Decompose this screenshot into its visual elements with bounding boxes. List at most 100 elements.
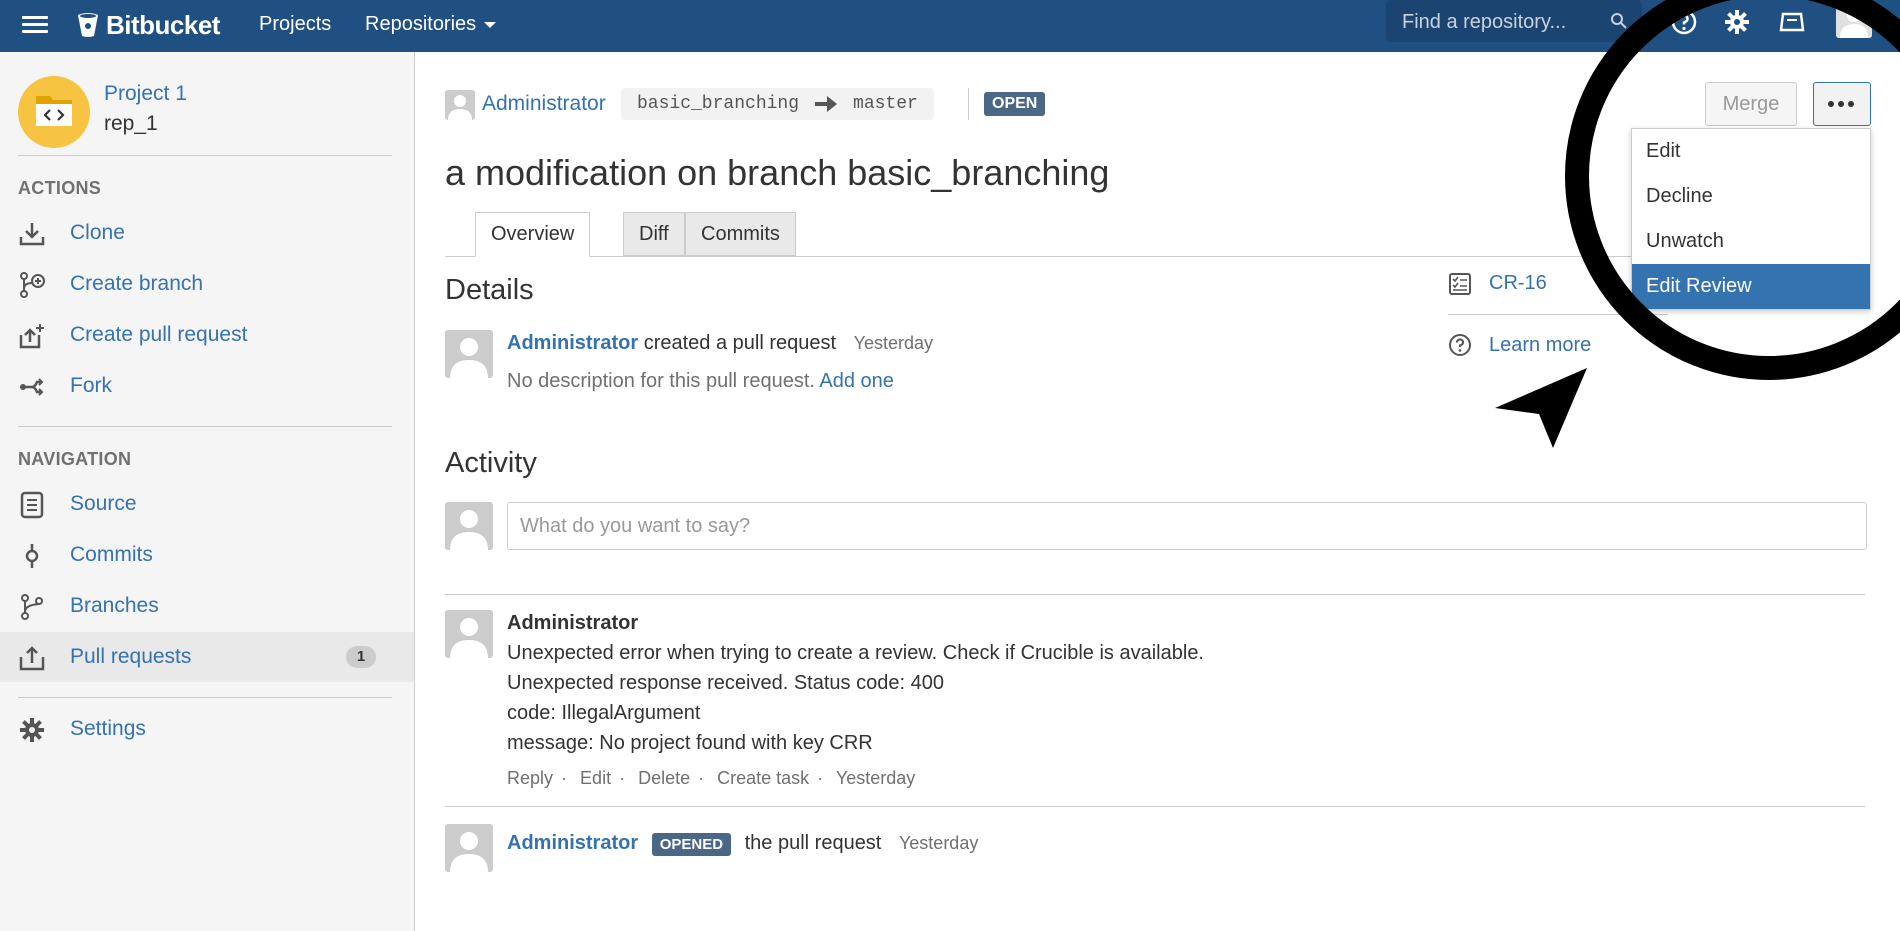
header-separator	[968, 88, 969, 120]
separator-dot: ·	[619, 768, 626, 788]
source-icon	[20, 491, 44, 519]
user-silhouette-icon	[450, 832, 488, 872]
review-link[interactable]: CR-16	[1489, 272, 1547, 295]
tab-commits[interactable]: Commits	[685, 212, 796, 256]
pull-request-count-badge: 1	[346, 646, 376, 668]
details-heading: Details	[445, 274, 534, 306]
more-actions-button[interactable]	[1813, 82, 1871, 126]
info-divider	[1448, 314, 1668, 315]
comment-author-avatar[interactable]	[445, 610, 493, 658]
gear-icon[interactable]	[1723, 8, 1751, 36]
bitbucket-logo[interactable]: Bitbucket	[76, 7, 220, 43]
repository-search	[1386, 0, 1642, 42]
project-link[interactable]: Project 1	[104, 82, 187, 106]
nav-repositories-label: Repositories	[365, 13, 477, 35]
logo-text: Bitbucket	[106, 9, 220, 40]
create-task-link[interactable]: Create task	[717, 768, 809, 788]
sidebar-divider	[18, 155, 392, 156]
separator-dot: ·	[698, 768, 705, 788]
event-text: the pull request	[744, 832, 882, 854]
menu-icon[interactable]	[22, 12, 48, 38]
sidebar-item-label: Pull requests	[70, 645, 192, 668]
comment-input[interactable]	[518, 511, 1822, 541]
nav-repositories[interactable]: Repositories	[365, 10, 497, 38]
edit-comment-link[interactable]: Edit	[580, 768, 611, 788]
comment-box	[507, 502, 1867, 550]
sidebar-item-pull-requests[interactable]: Pull requests 1	[0, 632, 414, 682]
actions-heading: ACTIONS	[18, 178, 102, 198]
menu-item-edit[interactable]: Edit	[1632, 129, 1870, 174]
repository-name[interactable]: rep_1	[104, 112, 158, 136]
branch-add-icon	[20, 272, 45, 298]
created-text: created a pull request	[643, 332, 837, 354]
sidebar-item-create-branch[interactable]: Create branch	[0, 259, 414, 309]
event-author-avatar[interactable]	[445, 824, 493, 872]
arrow-right-icon	[815, 96, 838, 112]
sidebar-item-create-pull-request[interactable]: Create pull request	[0, 310, 414, 360]
more-actions-menu: Edit Decline Unwatch Edit Review	[1631, 128, 1871, 310]
description-line: No description for this pull request. Ad…	[507, 370, 894, 393]
search-input[interactable]	[1400, 6, 1604, 38]
review-icon	[1449, 273, 1471, 295]
sidebar-item-label: Fork	[70, 374, 112, 397]
comment-line: code: IllegalArgument	[507, 702, 701, 724]
pull-request-main: Administrator basic_branching master OPE…	[415, 0, 1900, 931]
delete-comment-link[interactable]: Delete	[638, 768, 690, 788]
tab-overview[interactable]: Overview	[475, 212, 591, 257]
bitbucket-logo-icon	[78, 13, 98, 37]
project-avatar[interactable]	[18, 76, 90, 148]
project-folder-icon	[36, 96, 72, 126]
nav-projects[interactable]: Projects	[259, 10, 331, 38]
user-silhouette-icon	[450, 510, 488, 550]
reply-link[interactable]: Reply	[507, 768, 553, 788]
sidebar-divider	[18, 697, 392, 698]
comment-time: Yesterday	[835, 768, 916, 788]
menu-item-edit-review[interactable]: Edit Review	[1632, 264, 1870, 309]
help-icon[interactable]	[1670, 8, 1698, 36]
target-branch[interactable]: master	[853, 94, 918, 114]
comment-line: Unexpected response received. Status cod…	[507, 672, 944, 694]
user-silhouette-icon	[1836, 2, 1872, 38]
user-avatar[interactable]	[445, 330, 493, 378]
sidebar-item-label: Settings	[70, 717, 146, 740]
menu-item-unwatch[interactable]: Unwatch	[1632, 219, 1870, 264]
sidebar-item-clone[interactable]: Clone	[0, 208, 414, 258]
navigation-heading: NAVIGATION	[18, 449, 132, 469]
pr-author-link[interactable]: Administrator	[482, 92, 606, 116]
pr-title: a modification on branch basic_branching	[445, 152, 1110, 193]
event-author-link[interactable]: Administrator	[507, 832, 638, 854]
author-avatar[interactable]	[445, 90, 475, 120]
user-silhouette-icon	[450, 338, 488, 378]
event-time: Yesterday	[898, 833, 979, 853]
sidebar-divider	[18, 426, 392, 427]
search-icon[interactable]	[1610, 12, 1628, 30]
sidebar: Project 1 rep_1 ACTIONS Clone Create bra…	[0, 52, 415, 931]
sidebar-item-settings[interactable]: Settings	[0, 704, 414, 754]
activity-heading: Activity	[445, 447, 537, 479]
sidebar-item-commits[interactable]: Commits	[0, 530, 414, 580]
source-branch[interactable]: basic_branching	[637, 94, 799, 114]
comment-author-link[interactable]: Administrator	[507, 612, 638, 635]
tab-diff[interactable]: Diff	[623, 212, 685, 256]
pull-request-icon	[19, 646, 45, 671]
merge-button[interactable]: Merge	[1705, 82, 1797, 126]
opened-badge: OPENED	[651, 833, 732, 856]
sidebar-item-source[interactable]: Source	[0, 479, 414, 529]
sidebar-item-label: Source	[70, 492, 137, 515]
sidebar-item-branches[interactable]: Branches	[0, 581, 414, 631]
comment-line: Unexpected error when trying to create a…	[507, 642, 1204, 664]
comment-actions: Reply · Edit · Delete · Create task · Yester…	[507, 768, 915, 789]
user-avatar[interactable]	[1836, 2, 1872, 38]
separator-dot: ·	[817, 768, 824, 788]
download-icon	[19, 223, 45, 246]
comment-line: message: No project found with key CRR	[507, 732, 873, 754]
fork-icon	[20, 378, 44, 396]
learn-more-link[interactable]: Learn more	[1489, 334, 1591, 357]
sidebar-item-fork[interactable]: Fork	[0, 361, 414, 411]
commit-icon	[25, 544, 39, 568]
gear-icon	[20, 718, 44, 742]
notifications-icon[interactable]	[1778, 8, 1806, 36]
menu-item-decline[interactable]: Decline	[1632, 174, 1870, 219]
add-description-link[interactable]: Add one	[819, 370, 894, 392]
created-user-link[interactable]: Administrator	[507, 332, 638, 354]
